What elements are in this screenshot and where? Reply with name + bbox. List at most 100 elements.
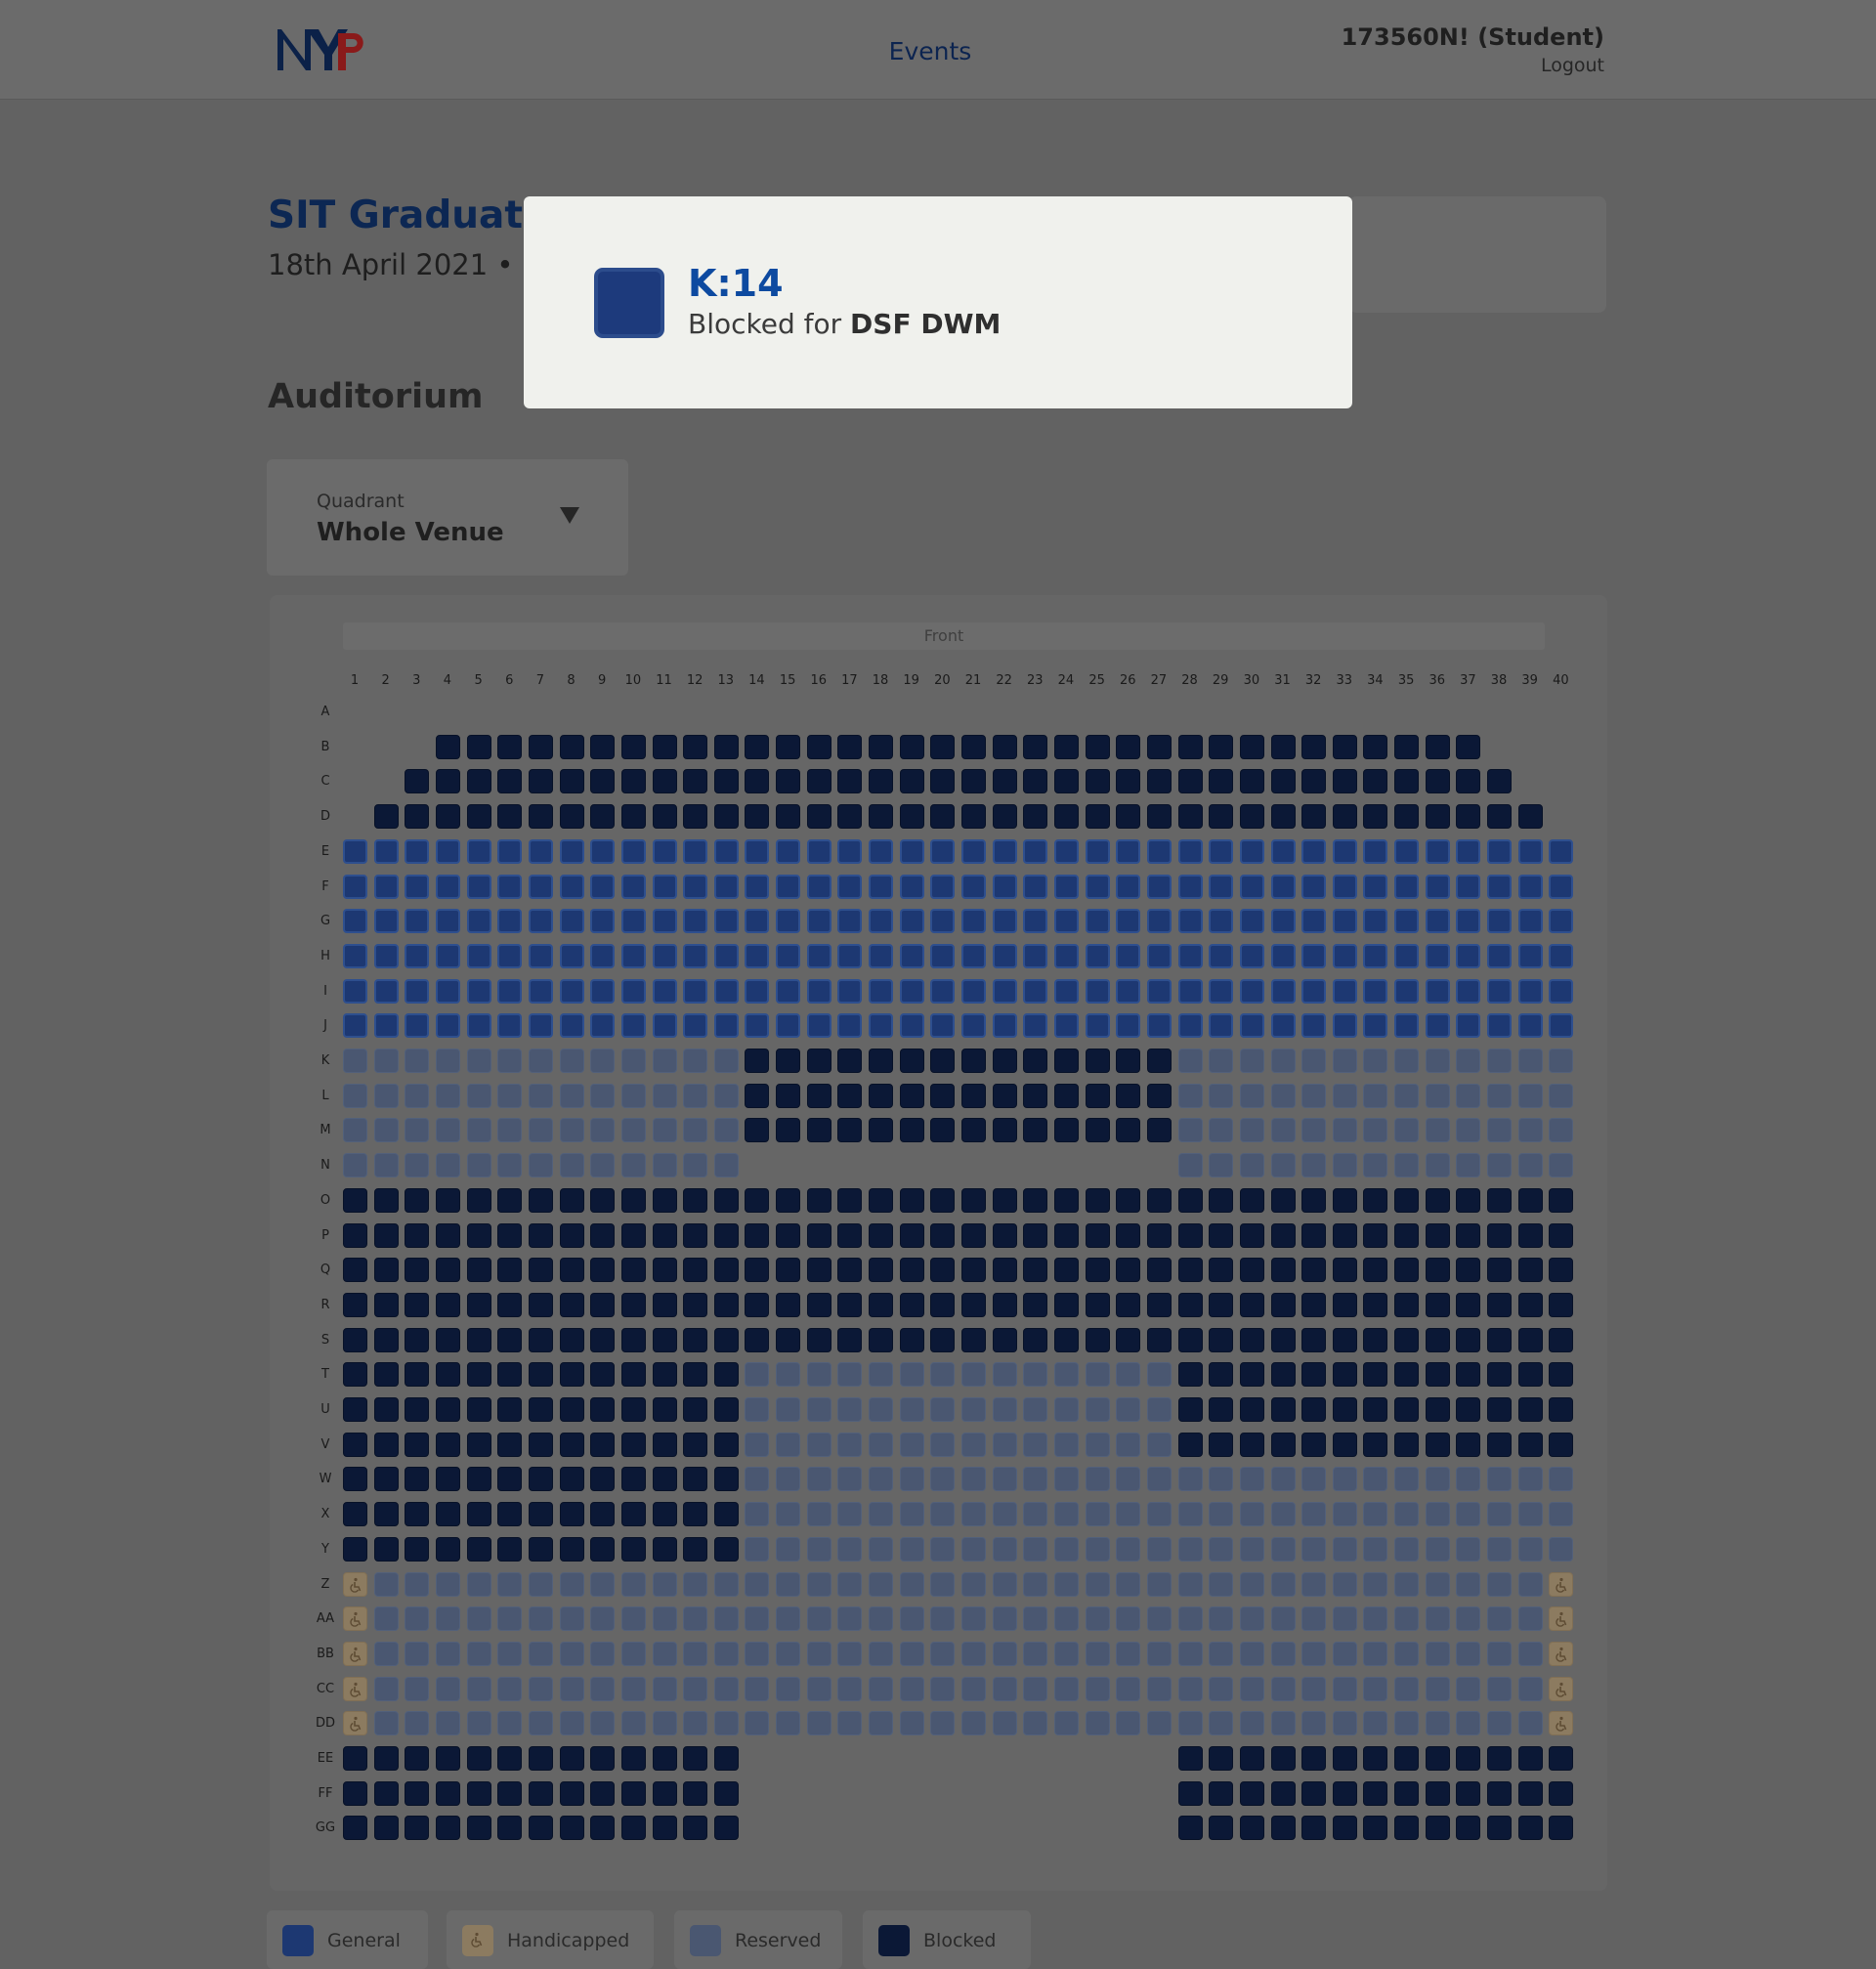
seat-reserved[interactable] [837, 1676, 863, 1701]
seat-general[interactable] [1425, 978, 1450, 1004]
seat-blocked[interactable] [683, 1467, 708, 1492]
seat-general[interactable] [373, 874, 399, 899]
seat-blocked[interactable] [405, 1187, 430, 1213]
seat-reserved[interactable] [961, 1606, 986, 1632]
seat-general[interactable] [1209, 838, 1234, 864]
seat-reserved[interactable] [343, 1153, 367, 1178]
seat-reserved[interactable] [466, 1049, 491, 1073]
seat-reserved[interactable] [343, 1083, 367, 1108]
seat-reserved[interactable] [1517, 1606, 1543, 1632]
seat-blocked[interactable] [343, 1780, 367, 1806]
seat-general[interactable] [652, 909, 677, 934]
seat-blocked[interactable] [930, 1187, 956, 1213]
seat-blocked[interactable] [745, 804, 770, 830]
seat-blocked[interactable] [869, 1083, 894, 1108]
seat-general[interactable] [1177, 943, 1203, 968]
seat-general[interactable] [405, 943, 430, 968]
seat-blocked[interactable] [1085, 1187, 1110, 1213]
seat-reserved[interactable] [869, 1641, 894, 1666]
seat-blocked[interactable] [1177, 1292, 1203, 1317]
seat-blocked[interactable] [373, 1258, 399, 1283]
seat-reserved[interactable] [930, 1711, 956, 1736]
seat-reserved[interactable] [559, 1049, 584, 1073]
seat-blocked[interactable] [1487, 1292, 1513, 1317]
seat-blocked[interactable] [1209, 1397, 1234, 1422]
seat-blocked[interactable] [1270, 1816, 1296, 1841]
seat-blocked[interactable] [1209, 1327, 1234, 1352]
seat-blocked[interactable] [528, 1432, 553, 1457]
seat-blocked[interactable] [837, 769, 863, 794]
seat-blocked[interactable] [1270, 734, 1296, 759]
seat-blocked[interactable] [1053, 734, 1079, 759]
seat-blocked[interactable] [837, 1049, 863, 1073]
seat-blocked[interactable] [1270, 1362, 1296, 1388]
seat-general[interactable] [1301, 838, 1327, 864]
seat-blocked[interactable] [620, 1292, 646, 1317]
seat-blocked[interactable] [1487, 1362, 1513, 1388]
seat-reserved[interactable] [683, 1641, 708, 1666]
seat-blocked[interactable] [1363, 1746, 1388, 1771]
seat-general[interactable] [683, 1013, 708, 1039]
seat-blocked[interactable] [1332, 769, 1357, 794]
seat-general[interactable] [776, 909, 801, 934]
seat-general[interactable] [343, 943, 367, 968]
seat-blocked[interactable] [590, 1502, 616, 1527]
seat-reserved[interactable] [590, 1049, 616, 1073]
seat-blocked[interactable] [1177, 1187, 1203, 1213]
seat-general[interactable] [1394, 874, 1420, 899]
seat-blocked[interactable] [590, 1467, 616, 1492]
seat-blocked[interactable] [713, 1187, 739, 1213]
seat-blocked[interactable] [899, 1258, 924, 1283]
seat-general[interactable] [1239, 978, 1264, 1004]
seat-reserved[interactable] [1209, 1606, 1234, 1632]
seat-reserved[interactable] [837, 1606, 863, 1632]
seat-general[interactable] [1053, 1013, 1079, 1039]
seat-reserved[interactable] [961, 1571, 986, 1597]
seat-reserved[interactable] [1363, 1676, 1388, 1701]
seat-blocked[interactable] [1239, 1292, 1264, 1317]
seat-reserved[interactable] [713, 1641, 739, 1666]
seat-blocked[interactable] [806, 1327, 831, 1352]
seat-blocked[interactable] [405, 1536, 430, 1562]
seat-reserved[interactable] [930, 1641, 956, 1666]
seat-blocked[interactable] [683, 1362, 708, 1388]
seat-blocked[interactable] [1146, 804, 1172, 830]
seat-general[interactable] [528, 943, 553, 968]
seat-reserved[interactable] [1085, 1397, 1110, 1422]
seat-blocked[interactable] [713, 1292, 739, 1317]
seat-general[interactable] [1209, 874, 1234, 899]
seat-blocked[interactable] [405, 804, 430, 830]
seat-reserved[interactable] [683, 1606, 708, 1632]
seat-reserved[interactable] [1487, 1536, 1513, 1562]
seat-reserved[interactable] [1270, 1536, 1296, 1562]
seat-reserved[interactable] [713, 1711, 739, 1736]
seat-blocked[interactable] [1209, 1258, 1234, 1283]
seat-blocked[interactable] [405, 1502, 430, 1527]
seat-general[interactable] [1301, 978, 1327, 1004]
seat-blocked[interactable] [1363, 1397, 1388, 1422]
seat-reserved[interactable] [435, 1118, 460, 1143]
seat-reserved[interactable] [1332, 1676, 1357, 1701]
seat-blocked[interactable] [1363, 1327, 1388, 1352]
seat-reserved[interactable] [1239, 1049, 1264, 1073]
seat-reserved[interactable] [1085, 1711, 1110, 1736]
seat-general[interactable] [806, 909, 831, 934]
seat-blocked[interactable] [1332, 1187, 1357, 1213]
seat-blocked[interactable] [405, 1432, 430, 1457]
seat-reserved[interactable] [1425, 1153, 1450, 1178]
seat-blocked[interactable] [1023, 1118, 1048, 1143]
seat-blocked[interactable] [745, 769, 770, 794]
seat-blocked[interactable] [1209, 1362, 1234, 1388]
seat-reserved[interactable] [1394, 1641, 1420, 1666]
seat-reserved[interactable] [1146, 1641, 1172, 1666]
seat-blocked[interactable] [590, 1780, 616, 1806]
seat-blocked[interactable] [1270, 1258, 1296, 1283]
seat-reserved[interactable] [1177, 1676, 1203, 1701]
seat-blocked[interactable] [1146, 1187, 1172, 1213]
seat-general[interactable] [343, 909, 367, 934]
seat-blocked[interactable] [559, 1292, 584, 1317]
seat-blocked[interactable] [497, 1362, 523, 1388]
seat-blocked[interactable] [1517, 804, 1543, 830]
seat-blocked[interactable] [1209, 1187, 1234, 1213]
seat-blocked[interactable] [528, 804, 553, 830]
